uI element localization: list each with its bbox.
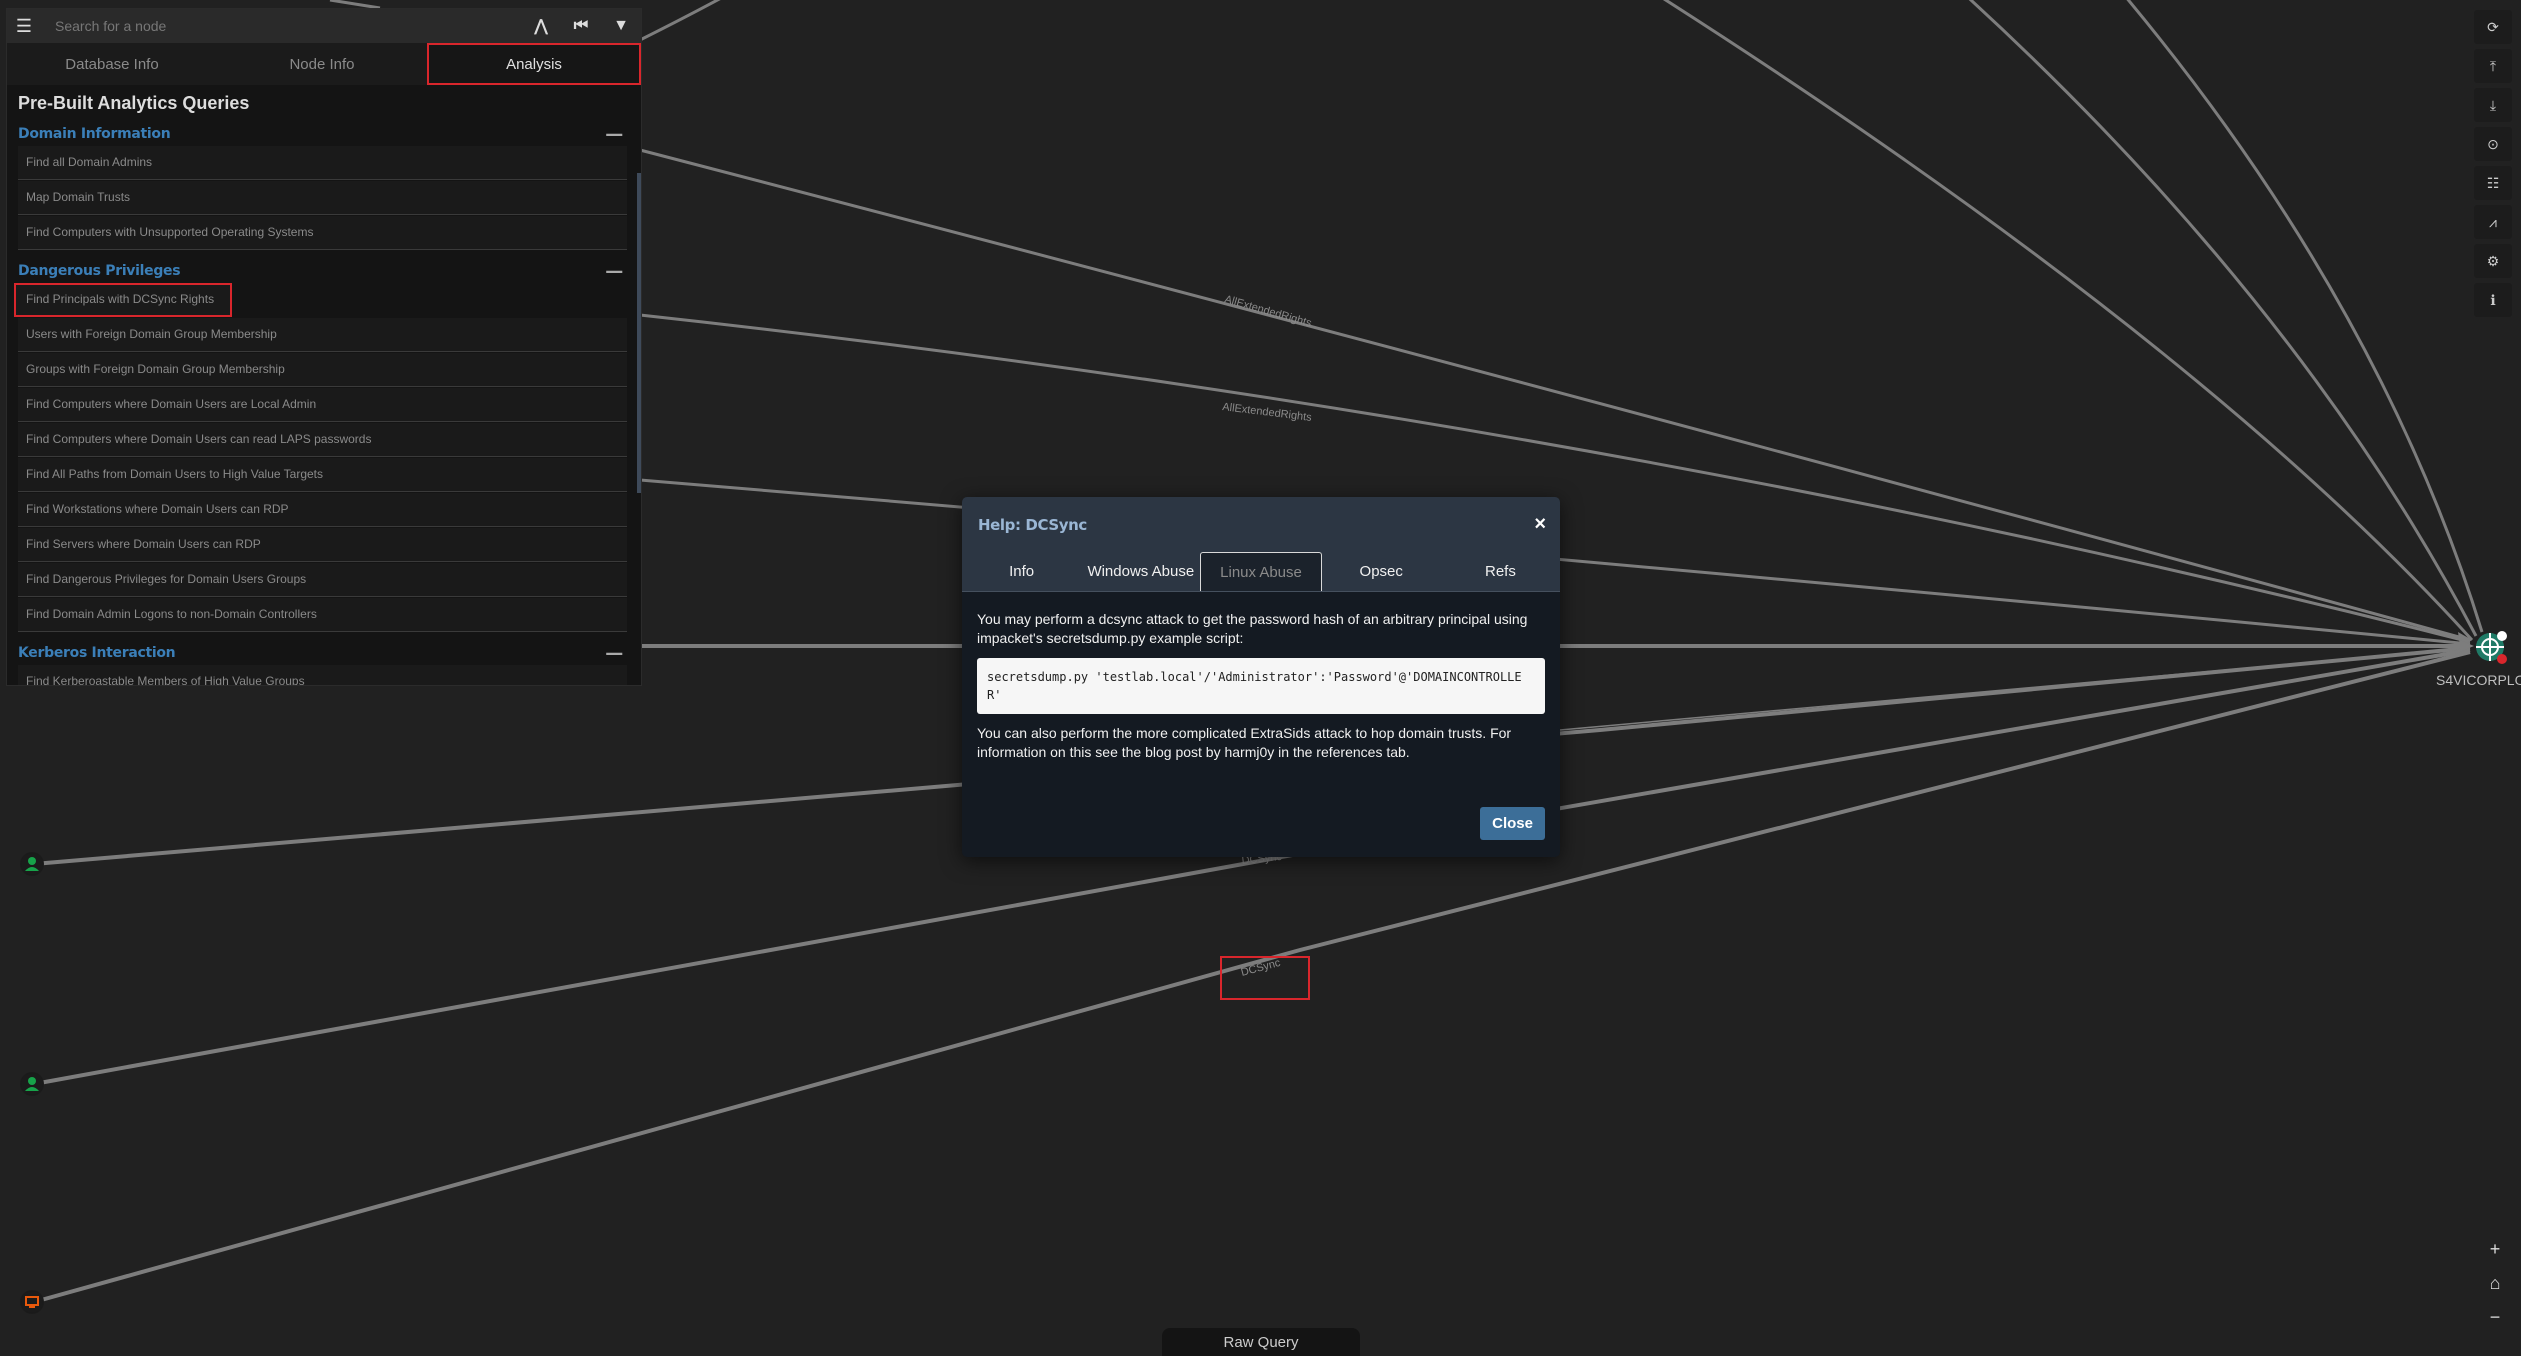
back-icon[interactable]: ⏮	[561, 17, 601, 35]
info-icon[interactable]: ℹ	[2474, 283, 2512, 317]
modal-paragraph: You can also perform the more complicate…	[977, 725, 1512, 760]
hamburger-menu-icon[interactable]: ☰	[7, 16, 41, 37]
dcsync-edge-highlight	[1220, 956, 1310, 1000]
zoom-out-icon[interactable]: −	[2476, 1300, 2514, 1334]
help-modal: Help: DCSync × Info Windows Abuse Linux …	[962, 497, 1560, 857]
modal-tabs: Info Windows Abuse Linux Abuse Opsec Ref…	[962, 552, 1560, 592]
collapse-icon[interactable]: —	[605, 124, 627, 145]
upload-icon[interactable]: ⊙	[2474, 127, 2512, 161]
query-item[interactable]: Find Dangerous Privileges for Domain Use…	[18, 563, 627, 597]
user-node-icon[interactable]	[20, 1072, 44, 1096]
zoom-in-icon[interactable]: +	[2476, 1232, 2514, 1266]
close-button[interactable]: Close	[1480, 807, 1545, 840]
modal-paragraph: You may perform a dcsync attack to get t…	[977, 611, 1528, 646]
graph-edge	[329, 0, 381, 10]
graph-edge	[639, 0, 721, 42]
query-item[interactable]: Map Domain Trusts	[18, 181, 627, 215]
export-icon[interactable]: ⤒	[2474, 49, 2512, 83]
graph-edge	[2126, 0, 2484, 633]
pathfinding-icon[interactable]: ⋀	[521, 16, 561, 36]
right-toolbar: ⟳ ⤒ ⤓ ⊙ ☷ ⩘ ⚙ ℹ	[2474, 10, 2514, 322]
collapse-icon[interactable]: —	[605, 261, 627, 282]
page-title: Pre-Built Analytics Queries	[18, 93, 250, 113]
search-panel: ☰ ⋀ ⏮ ▼ Database Info Node Info Analysis…	[6, 8, 642, 686]
import-icon[interactable]: ⤓	[2474, 88, 2512, 122]
query-item[interactable]: Find Computers where Domain Users can re…	[18, 423, 627, 457]
tab-database-info[interactable]: Database Info	[7, 43, 217, 85]
search-input[interactable]	[41, 17, 521, 35]
modal-title: Help: DCSync	[978, 515, 1087, 534]
list-icon[interactable]: ☷	[2474, 166, 2512, 200]
section-title: Domain Information	[18, 126, 171, 142]
query-item[interactable]: Groups with Foreign Domain Group Members…	[18, 353, 627, 387]
tab-info[interactable]: Info	[962, 552, 1081, 591]
section-header-kerberos-interaction[interactable]: Kerberos Interaction —	[18, 641, 627, 665]
close-icon[interactable]: ×	[1534, 513, 1546, 536]
analysis-panel-body[interactable]: Pre-Built Analytics Queries Domain Infor…	[7, 85, 641, 685]
query-item[interactable]: Users with Foreign Domain Group Membersh…	[18, 318, 627, 352]
tab-refs[interactable]: Refs	[1441, 552, 1560, 591]
chart-icon[interactable]: ⩘	[2474, 205, 2512, 239]
domain-node-label: S4VICORPLO	[2436, 672, 2521, 688]
query-item[interactable]: Find Servers where Domain Users can RDP	[18, 528, 627, 562]
filter-icon[interactable]: ▼	[601, 17, 641, 35]
raw-query-button[interactable]: Raw Query	[1162, 1328, 1360, 1356]
query-item[interactable]: Find All Paths from Domain Users to High…	[18, 458, 627, 492]
section-title: Dangerous Privileges	[18, 263, 181, 279]
tab-windows-abuse[interactable]: Windows Abuse	[1081, 552, 1200, 591]
query-item-dcsync[interactable]: Find Principals with DCSync Rights	[14, 283, 232, 317]
edge-label: AllExtendedRights	[1222, 401, 1313, 424]
graph-edge	[1559, 647, 2471, 731]
settings-icon[interactable]: ⚙	[2474, 244, 2512, 278]
section-header-domain-information[interactable]: Domain Information —	[18, 122, 627, 146]
edge-label: AllExtendedRights	[1223, 293, 1313, 329]
section-header-dangerous-privileges[interactable]: Dangerous Privileges —	[18, 259, 627, 283]
query-item[interactable]: Find all Domain Admins	[18, 146, 627, 180]
domain-node-icon[interactable]	[2474, 630, 2508, 664]
query-item[interactable]: Find Computers where Domain Users are Lo…	[18, 388, 627, 422]
user-node-icon[interactable]	[20, 852, 44, 876]
scrollbar[interactable]	[637, 173, 641, 493]
tab-node-info[interactable]: Node Info	[217, 43, 427, 85]
code-block: secretsdump.py 'testlab.local'/'Administ…	[977, 658, 1545, 714]
search-bar: ☰ ⋀ ⏮ ▼	[7, 9, 641, 43]
modal-body: You may perform a dcsync attack to get t…	[962, 592, 1560, 762]
tab-linux-abuse[interactable]: Linux Abuse	[1200, 552, 1322, 591]
refresh-icon[interactable]: ⟳	[2474, 10, 2512, 44]
section-title: Kerberos Interaction	[18, 645, 176, 661]
computer-node-icon[interactable]	[20, 1290, 44, 1314]
tab-opsec[interactable]: Opsec	[1322, 552, 1441, 591]
query-item[interactable]: Find Workstations where Domain Users can…	[18, 493, 627, 527]
query-item[interactable]: Find Domain Admin Logons to non-Domain C…	[18, 598, 627, 632]
panel-tabs: Database Info Node Info Analysis	[7, 43, 641, 85]
collapse-icon[interactable]: —	[605, 643, 627, 664]
tab-analysis[interactable]: Analysis	[427, 43, 641, 85]
modal-header: Help: DCSync ×	[962, 497, 1560, 552]
query-item[interactable]: Find Computers with Unsupported Operatin…	[18, 216, 627, 250]
home-icon[interactable]: ⌂	[2476, 1266, 2514, 1300]
query-item[interactable]: Find Kerberoastable Members of High Valu…	[18, 665, 627, 685]
zoom-toolbar: + ⌂ −	[2476, 1232, 2514, 1334]
